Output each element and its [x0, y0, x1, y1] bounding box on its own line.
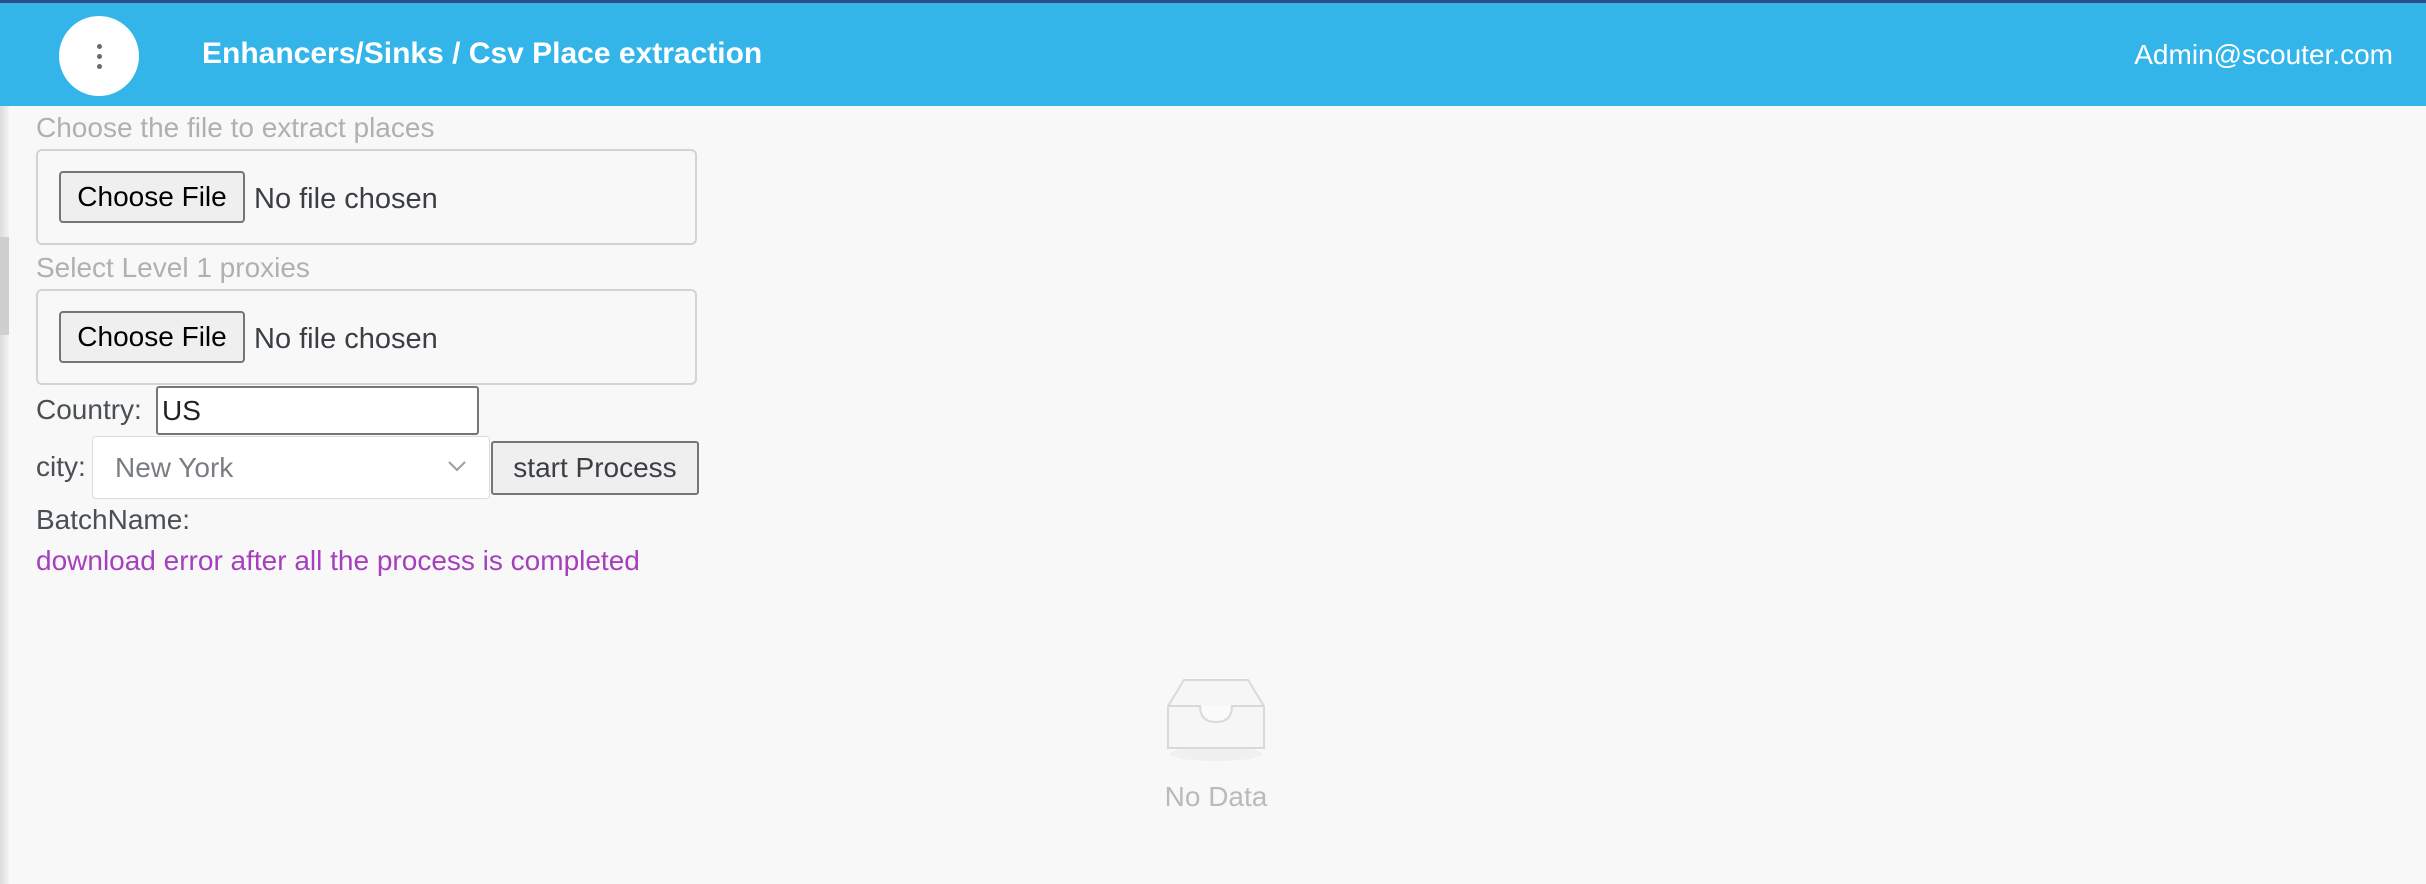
user-account[interactable]: Admin@scouter.com	[2134, 39, 2393, 71]
proxies-choose-file-button[interactable]: Choose File	[59, 311, 245, 363]
country-label: Country:	[36, 394, 142, 425]
inbox-icon	[1167, 679, 1265, 761]
sidebar-edge	[0, 106, 9, 884]
city-label: city:	[36, 451, 86, 482]
chevron-down-icon	[448, 461, 466, 472]
more-vertical-icon	[96, 43, 102, 49]
page-title: Enhancers/Sinks / Csv Place extraction	[202, 37, 763, 70]
more-vertical-icon-dot	[96, 53, 102, 59]
country-input[interactable]	[156, 386, 479, 435]
batch-name-label: BatchName:	[36, 504, 191, 535]
proxies-file-label: Select Level 1 proxies	[36, 252, 310, 283]
city-select[interactable]: New York	[92, 436, 490, 499]
sidebar-toggle-handle[interactable]	[0, 237, 9, 335]
no-data-text: No Data	[1164, 781, 1268, 812]
places-file-label: Choose the file to extract places	[36, 112, 435, 143]
proxies-file-input[interactable]: Choose File No file chosen	[36, 289, 697, 385]
places-file-status: No file chosen	[254, 183, 438, 215]
download-error-link[interactable]: download error after all the process is …	[36, 545, 640, 577]
proxies-file-status: No file chosen	[254, 323, 438, 355]
places-file-input[interactable]: Choose File No file chosen	[36, 149, 697, 245]
app-header: Enhancers/Sinks / Csv Place extraction A…	[0, 3, 2426, 106]
more-vertical-icon-dot	[96, 63, 102, 69]
start-process-button[interactable]: start Process	[491, 441, 699, 495]
places-choose-file-button[interactable]: Choose File	[59, 171, 245, 223]
city-selected-value: New York	[115, 452, 234, 483]
menu-button[interactable]	[59, 16, 139, 96]
